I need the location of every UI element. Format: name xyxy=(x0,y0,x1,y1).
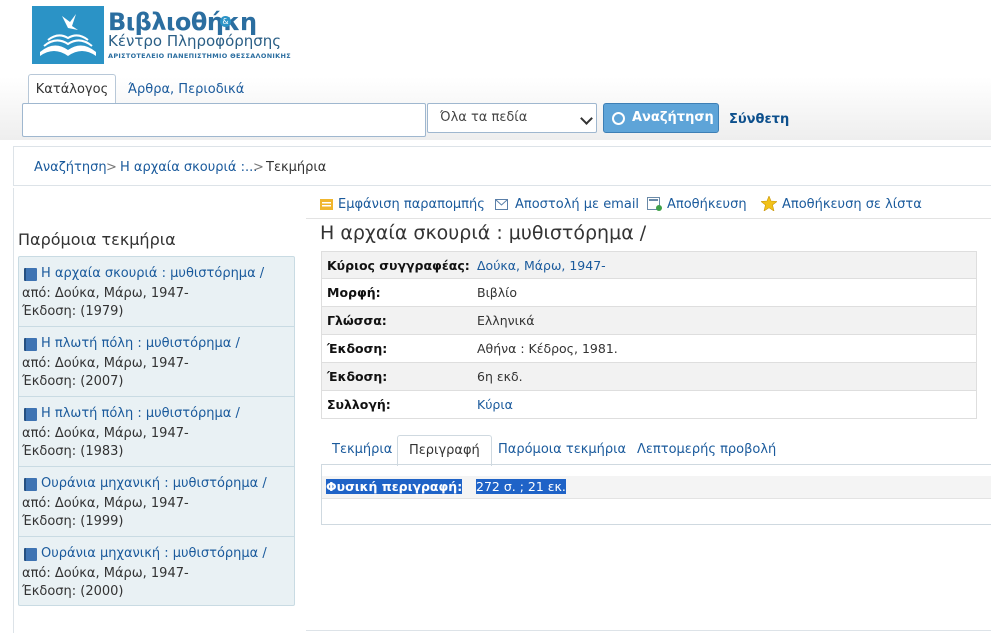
similar-item-author: από: Δούκα, Μάρω, 1947- xyxy=(22,496,189,511)
detail-label: Έκδοση: xyxy=(327,369,388,384)
tab-detailed-view[interactable]: Λεπτομερής προβολή xyxy=(637,435,776,465)
list-item: Ουράνια μηχανική : μυθιστόρημα / από: Δο… xyxy=(19,467,294,537)
similar-item-edition: Έκδοση: (1979) xyxy=(22,304,124,319)
tab-catalog[interactable]: Κατάλογος xyxy=(28,74,116,105)
logo-subtitle: Κέντρο Πληροφόρησης xyxy=(108,32,282,50)
book-icon xyxy=(24,548,37,561)
list-item: Η πλωτή πόλη : μυθιστόρημα / από: Δούκα,… xyxy=(19,327,294,397)
similar-item-edition: Έκδοση: (1983) xyxy=(22,444,124,459)
search-field-select[interactable]: Όλα τα πεδία xyxy=(427,103,597,133)
book-icon xyxy=(24,338,37,351)
logo-university: ΑΡΙΣΤΟΤΕΛΕΙΟ ΠΑΝΕΠΙΣΤΗΜΙΟ ΘΕΣΣΑΛΟΝΙΚΗΣ xyxy=(108,52,291,60)
similar-item-author: από: Δούκα, Μάρω, 1947- xyxy=(22,286,189,301)
sidebar-heading: Παρόμοια τεκμήρια xyxy=(18,230,176,249)
save-link[interactable]: Αποθήκευση xyxy=(667,197,747,212)
similar-item-edition: Έκδοση: (2007) xyxy=(22,374,124,389)
similar-item-edition: Έκδοση: (2000) xyxy=(22,584,124,599)
physical-description-value: 272 σ. ; 21 εκ. xyxy=(476,479,566,494)
cite-link[interactable]: Εμφάνιση παραπομπής xyxy=(338,197,485,212)
collection-link[interactable]: Κύρια xyxy=(477,397,513,412)
similar-item-edition: Έκδοση: (1999) xyxy=(22,514,124,529)
save-icon xyxy=(647,197,662,211)
book-icon xyxy=(24,268,37,281)
breadcrumb-separator: > xyxy=(106,160,117,175)
book-icon xyxy=(24,478,37,491)
content-bottom-divider xyxy=(306,630,991,631)
record-title: Η αρχαία σκουριά : μυθιστόρημα / xyxy=(320,222,647,244)
author-link[interactable]: Δούκα, Μάρω, 1947- xyxy=(477,258,606,273)
table-row: Μορφή: Βιβλίο xyxy=(321,279,977,307)
similar-items-list: Η αρχαία σκουριά : μυθιστόρημα / από: Δο… xyxy=(18,256,295,606)
detail-label: Μορφή: xyxy=(327,285,381,300)
logo-amp-icon: & xyxy=(220,16,231,27)
table-row: Έκδοση: 6η εκδ. xyxy=(321,363,977,391)
similar-item-author: από: Δούκα, Μάρω, 1947- xyxy=(22,426,189,441)
advanced-search-link[interactable]: Σύνθετη xyxy=(729,112,789,127)
similar-item-author: από: Δούκα, Μάρω, 1947- xyxy=(22,356,189,371)
list-item: Η πλωτή πόλη : μυθιστόρημα / από: Δούκα,… xyxy=(19,397,294,467)
table-row: Συλλογή: Κύρια xyxy=(321,391,977,419)
detail-value: Βιβλίο xyxy=(477,285,518,300)
detail-value: Αθήνα : Κέδρος, 1981. xyxy=(477,341,618,356)
list-item: Η αρχαία σκουριά : μυθιστόρημα / από: Δο… xyxy=(19,257,294,327)
physical-description-label: Φυσική περιγραφή: xyxy=(326,479,463,494)
search-icon xyxy=(612,112,625,125)
breadcrumb-search[interactable]: Αναζήτηση xyxy=(34,160,107,175)
detail-label: Κύριος συγγραφέας: xyxy=(327,258,470,273)
similar-item-title[interactable]: Η πλωτή πόλη : μυθιστόρημα / xyxy=(41,406,240,421)
similar-item-title[interactable]: Ουράνια μηχανική : μυθιστόρημα / xyxy=(41,546,267,561)
table-row: Κύριος συγγραφέας: Δούκα, Μάρω, 1947- xyxy=(321,251,977,279)
detail-value: Ελληνικά xyxy=(477,313,535,328)
book-icon xyxy=(24,408,37,421)
detail-label: Γλώσσα: xyxy=(327,313,387,328)
tab-articles[interactable]: Άρθρα, Περιοδικά xyxy=(128,82,244,97)
detail-label: Συλλογή: xyxy=(327,397,391,412)
library-logo-icon[interactable] xyxy=(32,6,104,64)
breadcrumb-current: Τεκμήρια xyxy=(266,160,327,175)
similar-item-title[interactable]: Η αρχαία σκουριά : μυθιστόρημα / xyxy=(41,266,264,281)
similar-item-title[interactable]: Η πλωτή πόλη : μυθιστόρημα / xyxy=(41,336,240,351)
save-to-list-link[interactable]: Αποθήκευση σε λίστα xyxy=(782,197,922,212)
email-link[interactable]: Αποστολή με email xyxy=(515,197,639,212)
search-input[interactable] xyxy=(22,103,426,137)
tab-description[interactable]: Περιγραφή xyxy=(397,435,492,466)
toolbar-divider xyxy=(306,218,991,219)
list-item: Ουράνια μηχανική : μυθιστόρημα / από: Δο… xyxy=(19,537,294,607)
breadcrumb-record[interactable]: Η αρχαία σκουριά :... xyxy=(120,160,257,175)
table-row: Έκδοση: Αθήνα : Κέδρος, 1981. xyxy=(321,335,977,363)
tab-similar-items[interactable]: Παρόμοια τεκμήρια xyxy=(498,435,626,465)
similar-item-author: από: Δούκα, Μάρω, 1947- xyxy=(22,566,189,581)
cite-icon xyxy=(320,199,333,210)
table-row: Γλώσσα: Ελληνικά xyxy=(321,307,977,335)
detail-label: Έκδοση: xyxy=(327,341,388,356)
tab-holdings[interactable]: Τεκμήρια xyxy=(332,435,392,465)
star-icon xyxy=(761,196,777,211)
detail-value: 6η εκδ. xyxy=(477,369,523,384)
breadcrumb-separator: > xyxy=(253,160,264,175)
email-icon xyxy=(495,199,508,210)
similar-item-title[interactable]: Ουράνια μηχανική : μυθιστόρημα / xyxy=(41,476,267,491)
